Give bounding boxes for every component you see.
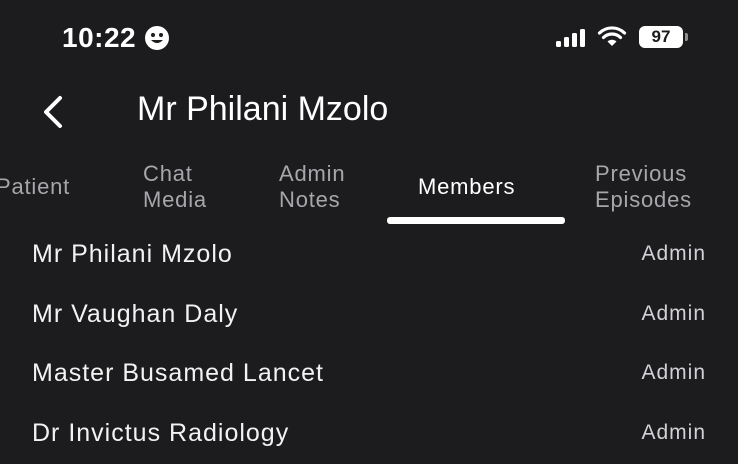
clock: 10:22 <box>62 22 170 54</box>
members-list: Mr Philani Mzolo Admin Mr Vaughan Daly A… <box>0 226 738 464</box>
member-row[interactable]: Dr Invictus Radiology Admin <box>0 405 738 464</box>
status-bar: 10:22 97 <box>0 0 738 78</box>
tab-bar: Patient Chat Media Admin Notes Members P… <box>0 150 738 226</box>
member-name: Master Busamed Lancet <box>32 359 324 388</box>
tab-label: Episodes <box>595 187 692 213</box>
smiley-icon <box>144 25 170 51</box>
tab-label: Notes <box>279 187 345 213</box>
member-name: Dr Invictus Radiology <box>32 419 289 448</box>
status-icons: 97 <box>556 26 688 48</box>
battery-icon: 97 <box>639 26 688 48</box>
member-name: Mr Vaughan Daly <box>32 300 238 329</box>
battery-level: 97 <box>639 26 683 48</box>
status-time: 10:22 <box>62 22 136 54</box>
page-title: Mr Philani Mzolo <box>137 90 388 129</box>
tab-label: Media <box>143 187 207 213</box>
member-row[interactable]: Master Busamed Lancet Admin <box>0 345 738 405</box>
member-role: Admin <box>641 242 706 266</box>
member-row[interactable]: Mr Philani Mzolo Admin <box>0 226 738 286</box>
tab-label: Previous <box>595 161 692 187</box>
member-role: Admin <box>641 421 706 445</box>
tab-label: Admin <box>279 161 345 187</box>
tab-label: Members <box>418 174 515 200</box>
signal-icon <box>556 27 585 47</box>
wifi-icon <box>597 26 627 48</box>
chevron-left-icon[interactable] <box>36 92 72 132</box>
tab-label: Chat <box>143 161 207 187</box>
member-role: Admin <box>641 361 706 385</box>
active-tab-indicator <box>387 217 565 224</box>
tab-label: Patient <box>0 174 70 200</box>
member-name: Mr Philani Mzolo <box>32 240 233 269</box>
member-role: Admin <box>641 302 706 326</box>
nav-header: Mr Philani Mzolo <box>0 80 738 144</box>
member-row[interactable]: Mr Vaughan Daly Admin <box>0 286 738 346</box>
